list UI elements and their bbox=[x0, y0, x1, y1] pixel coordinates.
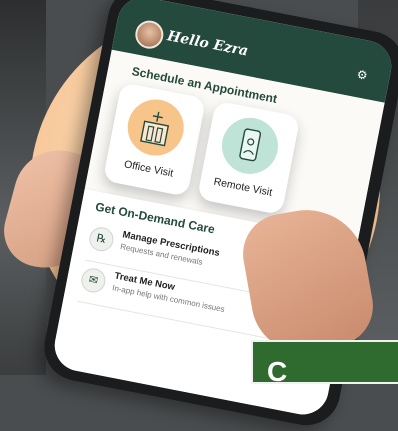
office-visit-label: Office Visit bbox=[123, 158, 175, 180]
smartphone-icon bbox=[217, 113, 283, 179]
greeting-text: Hello Ezra bbox=[165, 28, 250, 60]
settings-gear-icon[interactable]: ⚙ bbox=[356, 67, 369, 83]
avatar[interactable] bbox=[132, 18, 166, 52]
chat-icon: ✉ bbox=[79, 266, 108, 295]
remote-visit-card[interactable]: Remote Visit bbox=[196, 100, 301, 216]
prescription-icon: ℞ bbox=[87, 225, 116, 254]
office-building-icon bbox=[122, 94, 189, 161]
banner-text: C bbox=[267, 356, 288, 387]
remote-visit-label: Remote Visit bbox=[212, 175, 274, 199]
office-visit-card[interactable]: Office Visit bbox=[102, 82, 207, 197]
green-banner: C bbox=[251, 340, 398, 387]
